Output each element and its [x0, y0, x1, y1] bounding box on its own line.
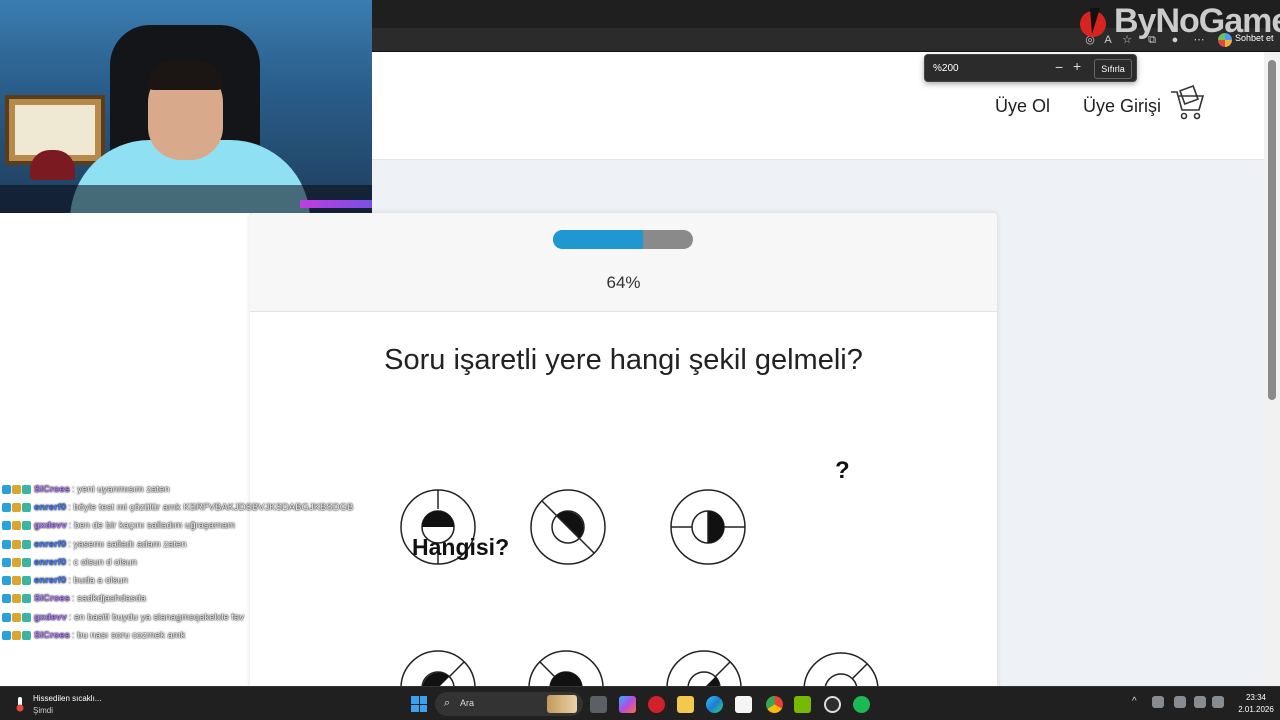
- answer-option-c[interactable]: [665, 649, 743, 686]
- spotify-icon[interactable]: [853, 696, 870, 713]
- cart-icon[interactable]: [1169, 84, 1205, 122]
- chat-text: : yeni uyanmısım zaten: [71, 483, 170, 495]
- nvidia-icon[interactable]: [794, 696, 811, 713]
- chat-badges: [2, 521, 31, 531]
- webcam-overlay: [0, 0, 372, 213]
- question-text: Soru işaretli yere hangi şekil gelmeli?: [384, 344, 863, 376]
- answer-option-d[interactable]: [802, 651, 880, 686]
- chat-message: gxdevv: ben de bir kaçını salladım uğraş…: [2, 517, 382, 535]
- chat-text: : ben de bir kaçını salladım uğraşamam: [68, 520, 236, 532]
- chat-badges: [2, 539, 31, 549]
- chat-badges: [2, 557, 31, 567]
- zoom-popup: %200 − + Sıfırla: [924, 54, 1137, 82]
- obs-icon[interactable]: [824, 696, 841, 713]
- chat-badges: [2, 484, 31, 494]
- chat-text: : en basiti buydu ya slanagmsqakelxle fa…: [68, 611, 245, 623]
- weather-title[interactable]: Hissedilen sıcaklı...: [33, 694, 101, 703]
- cap-image: [30, 150, 75, 180]
- progress-percent: 64%: [606, 273, 641, 292]
- sequence-shape-3: [670, 489, 746, 565]
- brand-watermark: ByNoGame: [1114, 2, 1280, 40]
- search-highlight-image: [547, 695, 577, 713]
- zoom-out-button[interactable]: −: [1055, 59, 1063, 75]
- zoom-reset-button[interactable]: Sıfırla: [1094, 59, 1132, 79]
- answer-option-b[interactable]: [527, 649, 605, 686]
- opera-gx-icon[interactable]: [648, 696, 665, 713]
- search-label: Ara: [460, 698, 475, 708]
- chat-message: enrerf0: yasemı salladı adam zaten: [2, 535, 382, 553]
- edge-browser-icon[interactable]: [706, 696, 723, 713]
- chat-username[interactable]: enrerf0: [34, 502, 66, 513]
- chat-badges: [2, 594, 31, 604]
- chat-text: : yasemı salladı adam zaten: [68, 538, 187, 550]
- chat-badges: [2, 576, 31, 586]
- clock-date[interactable]: 2.01.2026: [1234, 705, 1278, 714]
- chat-message: enrerf0: buda a olsun: [2, 571, 382, 589]
- display-icon[interactable]: [1194, 696, 1206, 708]
- chat-text: : bu nası soru cozmek amk: [71, 630, 186, 642]
- copilot-app-icon[interactable]: [619, 696, 636, 713]
- page-scrollbar[interactable]: [1264, 52, 1280, 686]
- chat-username[interactable]: enrerf0: [34, 575, 66, 586]
- chat-message: SlCroes: bu nası soru cozmek amk: [2, 626, 382, 644]
- chat-message: enrerf0: böyle test mi çözülür amk KSRFV…: [2, 498, 382, 516]
- options-heading: Hangisi?: [412, 534, 510, 560]
- weather-icon[interactable]: [12, 696, 28, 712]
- clock-time[interactable]: 23:34: [1234, 693, 1278, 702]
- chat-message: SlCroes: yeni uyanmısım zaten: [2, 480, 382, 498]
- chrome-icon[interactable]: [766, 696, 783, 713]
- windows-start-icon[interactable]: [411, 696, 427, 712]
- chat-text: : böyle test mi çözülür amk KSRFVBAKJDSB…: [68, 501, 354, 513]
- zoom-level: %200: [933, 63, 959, 74]
- chat-message: enrerf0: c olsun d olsun: [2, 553, 382, 571]
- answer-option-a[interactable]: [399, 649, 477, 686]
- file-explorer-icon[interactable]: [677, 696, 694, 713]
- missing-shape-marker: ?: [835, 457, 850, 484]
- weather-subtitle: Şimdi: [33, 706, 54, 715]
- tray-overflow-icon[interactable]: ^: [1132, 696, 1137, 707]
- quiz-progress-header: 64%: [250, 213, 997, 312]
- sequence-shape-2: [530, 489, 606, 565]
- led-strip: [300, 200, 372, 208]
- windows-taskbar: Hissedilen sıcaklı... Şimdi ⌕ Ara ^ 23:3…: [0, 686, 1280, 720]
- chat-message: gxdevv: en basiti buydu ya slanagmsqakel…: [2, 608, 382, 626]
- chat-username[interactable]: gxdevv: [34, 520, 67, 531]
- chat-message: SlCroes: sadkdjashdasda: [2, 590, 382, 608]
- progress-bar-fill: [553, 230, 643, 249]
- chat-username[interactable]: SlCroes: [34, 630, 70, 641]
- desk-shadow: [0, 185, 372, 213]
- chat-badges: [2, 631, 31, 641]
- search-icon: ⌕: [444, 697, 451, 709]
- zoom-in-button[interactable]: +: [1073, 58, 1081, 74]
- chat-username[interactable]: SlCroes: [34, 593, 70, 604]
- streamer-hair-image: [148, 60, 223, 90]
- scrollbar-thumb[interactable]: [1268, 60, 1276, 400]
- taskbar-search[interactable]: ⌕ Ara: [435, 692, 583, 716]
- volume-icon[interactable]: [1212, 696, 1224, 708]
- nav-login-link[interactable]: Üye Girişi: [1083, 96, 1161, 117]
- chat-badges: [2, 612, 31, 622]
- chat-text: : buda a olsun: [68, 575, 128, 587]
- chat-username[interactable]: enrerf0: [34, 539, 66, 550]
- store-icon[interactable]: [735, 696, 752, 713]
- task-view-icon[interactable]: [590, 696, 607, 713]
- nav-signup-link[interactable]: Üye Ol: [995, 96, 1050, 117]
- onedrive-icon[interactable]: [1152, 696, 1164, 708]
- chat-username[interactable]: gxdevv: [34, 612, 67, 623]
- stream-chat: SlCroes: yeni uyanmısım zaten enrerf0: bö…: [2, 480, 382, 645]
- chat-username[interactable]: SlCroes: [34, 484, 70, 495]
- chat-badges: [2, 502, 31, 512]
- chat-text: : sadkdjashdasda: [71, 593, 146, 605]
- chat-text: : c olsun d olsun: [68, 556, 137, 568]
- microphone-icon[interactable]: [1174, 696, 1186, 708]
- progress-bar: [553, 230, 693, 249]
- chat-username[interactable]: enrerf0: [34, 557, 66, 568]
